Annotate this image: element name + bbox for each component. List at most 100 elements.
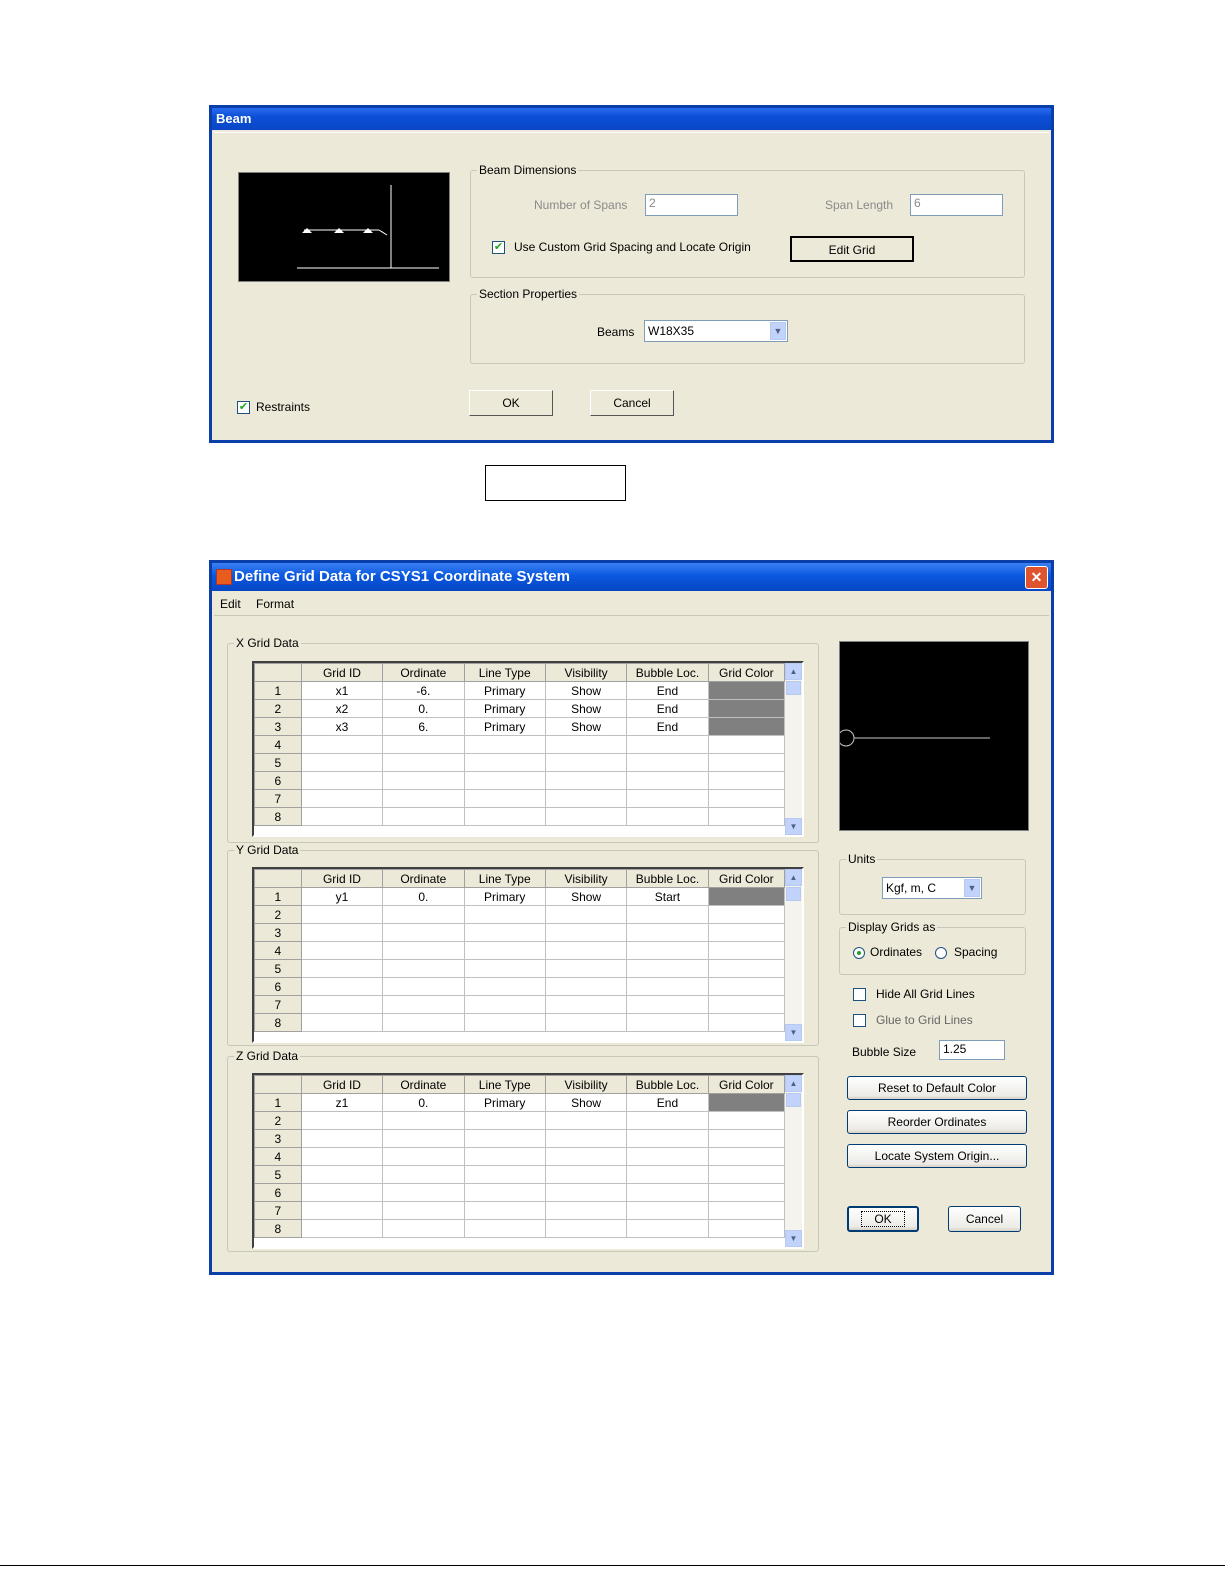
table-cell[interactable] bbox=[382, 807, 465, 826]
table-cell[interactable] bbox=[300, 995, 384, 1014]
table-cell[interactable]: End bbox=[626, 699, 709, 718]
table-cell[interactable] bbox=[463, 923, 546, 942]
table-cell[interactable] bbox=[382, 977, 465, 996]
table-row[interactable]: 5 bbox=[254, 1165, 786, 1184]
table-cell[interactable] bbox=[544, 1183, 628, 1202]
table-cell[interactable]: End bbox=[626, 681, 709, 700]
table-cell[interactable] bbox=[626, 735, 709, 754]
table-row[interactable]: 4 bbox=[254, 941, 786, 960]
table-cell[interactable] bbox=[463, 1129, 546, 1148]
grid-color-cell[interactable] bbox=[707, 1111, 786, 1130]
table-cell[interactable]: y1 bbox=[300, 887, 384, 906]
table-cell[interactable] bbox=[300, 807, 384, 826]
table-cell[interactable] bbox=[300, 1201, 384, 1220]
table-cell[interactable] bbox=[300, 753, 384, 772]
table-row[interactable]: 7 bbox=[254, 995, 786, 1014]
scroll-up-icon[interactable]: ▲ bbox=[785, 1075, 802, 1092]
locate-system-origin-button[interactable]: Locate System Origin... bbox=[847, 1144, 1027, 1168]
table-cell[interactable] bbox=[626, 995, 709, 1014]
grid-color-cell[interactable] bbox=[707, 1013, 786, 1032]
table-cell[interactable] bbox=[626, 771, 709, 790]
span-length-field[interactable]: 6 bbox=[910, 194, 1003, 216]
table-row[interactable]: 8 bbox=[254, 1219, 786, 1238]
table-cell[interactable] bbox=[300, 905, 384, 924]
table-cell[interactable] bbox=[544, 1129, 628, 1148]
table-cell[interactable] bbox=[463, 1219, 546, 1238]
grid-color-cell[interactable] bbox=[707, 1129, 786, 1148]
grid-color-cell[interactable] bbox=[707, 977, 786, 996]
table-cell[interactable] bbox=[544, 923, 628, 942]
menu-edit[interactable]: Edit bbox=[220, 597, 241, 611]
grid-color-cell[interactable] bbox=[707, 1183, 786, 1202]
ordinates-radio[interactable] bbox=[853, 947, 865, 959]
grid-color-cell[interactable] bbox=[707, 771, 786, 790]
grid-color-cell[interactable] bbox=[707, 941, 786, 960]
table-row[interactable]: 7 bbox=[254, 789, 786, 808]
table-cell[interactable] bbox=[382, 941, 465, 960]
grid-color-cell[interactable] bbox=[707, 1093, 786, 1112]
table-cell[interactable]: z1 bbox=[300, 1093, 384, 1112]
table-cell[interactable]: Show bbox=[544, 699, 628, 718]
table-cell[interactable] bbox=[463, 753, 546, 772]
table-cell[interactable]: x1 bbox=[300, 681, 384, 700]
table-cell[interactable] bbox=[544, 1201, 628, 1220]
table-row[interactable]: 8 bbox=[254, 807, 786, 826]
table-cell[interactable] bbox=[300, 1183, 384, 1202]
table-cell[interactable] bbox=[463, 995, 546, 1014]
table-cell[interactable] bbox=[463, 771, 546, 790]
table-cell[interactable]: x2 bbox=[300, 699, 384, 718]
table-cell[interactable] bbox=[544, 1219, 628, 1238]
table-cell[interactable] bbox=[382, 1201, 465, 1220]
table-cell[interactable] bbox=[463, 1147, 546, 1166]
table-cell[interactable]: Primary bbox=[463, 699, 546, 718]
table-cell[interactable]: Primary bbox=[463, 1093, 546, 1112]
scroll-thumb[interactable] bbox=[786, 887, 801, 901]
chevron-down-icon[interactable]: ▼ bbox=[770, 322, 786, 340]
table-row[interactable]: 2 bbox=[254, 905, 786, 924]
table-cell[interactable] bbox=[382, 735, 465, 754]
table-cell[interactable] bbox=[463, 1111, 546, 1130]
z-grid-table[interactable]: Grid ID Ordinate Line Type Visibility Bubble… bbox=[254, 1075, 786, 1238]
restraints-checkbox[interactable]: ✔ bbox=[237, 401, 250, 414]
grid-color-cell[interactable] bbox=[707, 995, 786, 1014]
grid-color-cell[interactable] bbox=[707, 1147, 786, 1166]
bubble-size-field[interactable]: 1.25 bbox=[939, 1040, 1005, 1060]
table-cell[interactable] bbox=[382, 1183, 465, 1202]
table-cell[interactable] bbox=[300, 1165, 384, 1184]
table-cell[interactable] bbox=[463, 789, 546, 808]
table-cell[interactable] bbox=[626, 959, 709, 978]
table-cell[interactable] bbox=[544, 1111, 628, 1130]
grid-color-cell[interactable] bbox=[707, 807, 786, 826]
table-cell[interactable] bbox=[382, 753, 465, 772]
table-cell[interactable] bbox=[626, 753, 709, 772]
table-cell[interactable] bbox=[544, 905, 628, 924]
y-grid-table[interactable]: Grid ID Ordinate Line Type Visibility Bubble… bbox=[254, 869, 786, 1032]
x-grid-table[interactable]: Grid ID Ordinate Line Type Visibility Bubble… bbox=[254, 663, 786, 826]
table-cell[interactable]: 0. bbox=[382, 887, 465, 906]
grid-color-cell[interactable] bbox=[707, 699, 786, 718]
table-row[interactable]: 3 bbox=[254, 923, 786, 942]
table-cell[interactable] bbox=[544, 771, 628, 790]
grid-color-cell[interactable] bbox=[707, 1165, 786, 1184]
spacing-radio[interactable] bbox=[935, 947, 947, 959]
scroll-down-icon[interactable]: ▼ bbox=[785, 818, 802, 835]
table-cell[interactable]: 6. bbox=[382, 717, 465, 736]
table-cell[interactable]: Primary bbox=[463, 717, 546, 736]
table-cell[interactable] bbox=[382, 1219, 465, 1238]
table-cell[interactable] bbox=[382, 995, 465, 1014]
table-cell[interactable] bbox=[626, 977, 709, 996]
table-row[interactable]: 3 x3 6. Primary Show End bbox=[254, 717, 786, 736]
table-cell[interactable] bbox=[463, 905, 546, 924]
grid-color-cell[interactable] bbox=[707, 789, 786, 808]
grid-color-cell[interactable] bbox=[707, 887, 786, 906]
table-cell[interactable] bbox=[544, 995, 628, 1014]
scroll-up-icon[interactable]: ▲ bbox=[785, 663, 802, 680]
edit-grid-button[interactable]: Edit Grid bbox=[790, 236, 914, 262]
units-select[interactable]: Kgf, m, C ▼ bbox=[882, 877, 982, 899]
hide-all-grid-lines-checkbox[interactable] bbox=[853, 988, 866, 1001]
num-spans-field[interactable]: 2 bbox=[645, 194, 738, 216]
table-cell[interactable] bbox=[463, 977, 546, 996]
beam-ok-button[interactable]: OK bbox=[469, 390, 553, 416]
table-cell[interactable] bbox=[544, 1165, 628, 1184]
table-cell[interactable] bbox=[626, 789, 709, 808]
